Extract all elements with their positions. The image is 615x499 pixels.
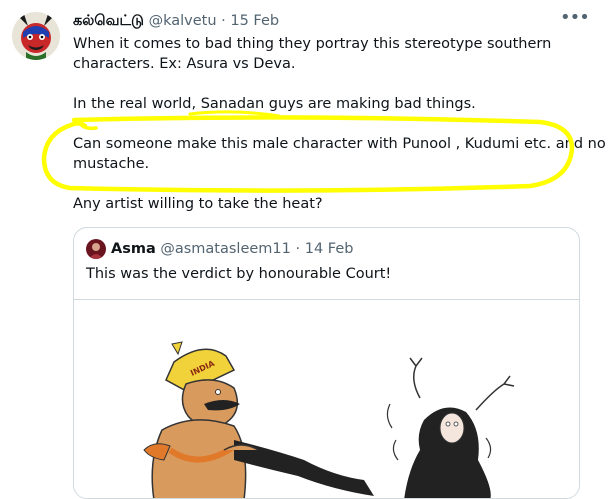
quoted-date: 14 Feb	[304, 241, 354, 257]
quoted-header: Asma @asmatasleem11 · 14 Feb	[111, 239, 353, 259]
quoted-author-avatar	[86, 239, 106, 259]
quoted-author-name: Asma	[111, 241, 156, 257]
quoted-author-handle: @asmatasleem11	[160, 241, 291, 257]
quoted-cartoon-image[interactable]: INDIA	[74, 299, 579, 498]
tweet[interactable]: கல்வெட்டு @kalvetu · 15 Feb ••• When it …	[0, 0, 615, 499]
quoted-tweet[interactable]: Asma @asmatasleem11 · 14 Feb This was th…	[73, 227, 580, 499]
quoted-text: This was the verdict by honourable Court…	[86, 266, 392, 282]
separator: ·	[295, 241, 301, 257]
